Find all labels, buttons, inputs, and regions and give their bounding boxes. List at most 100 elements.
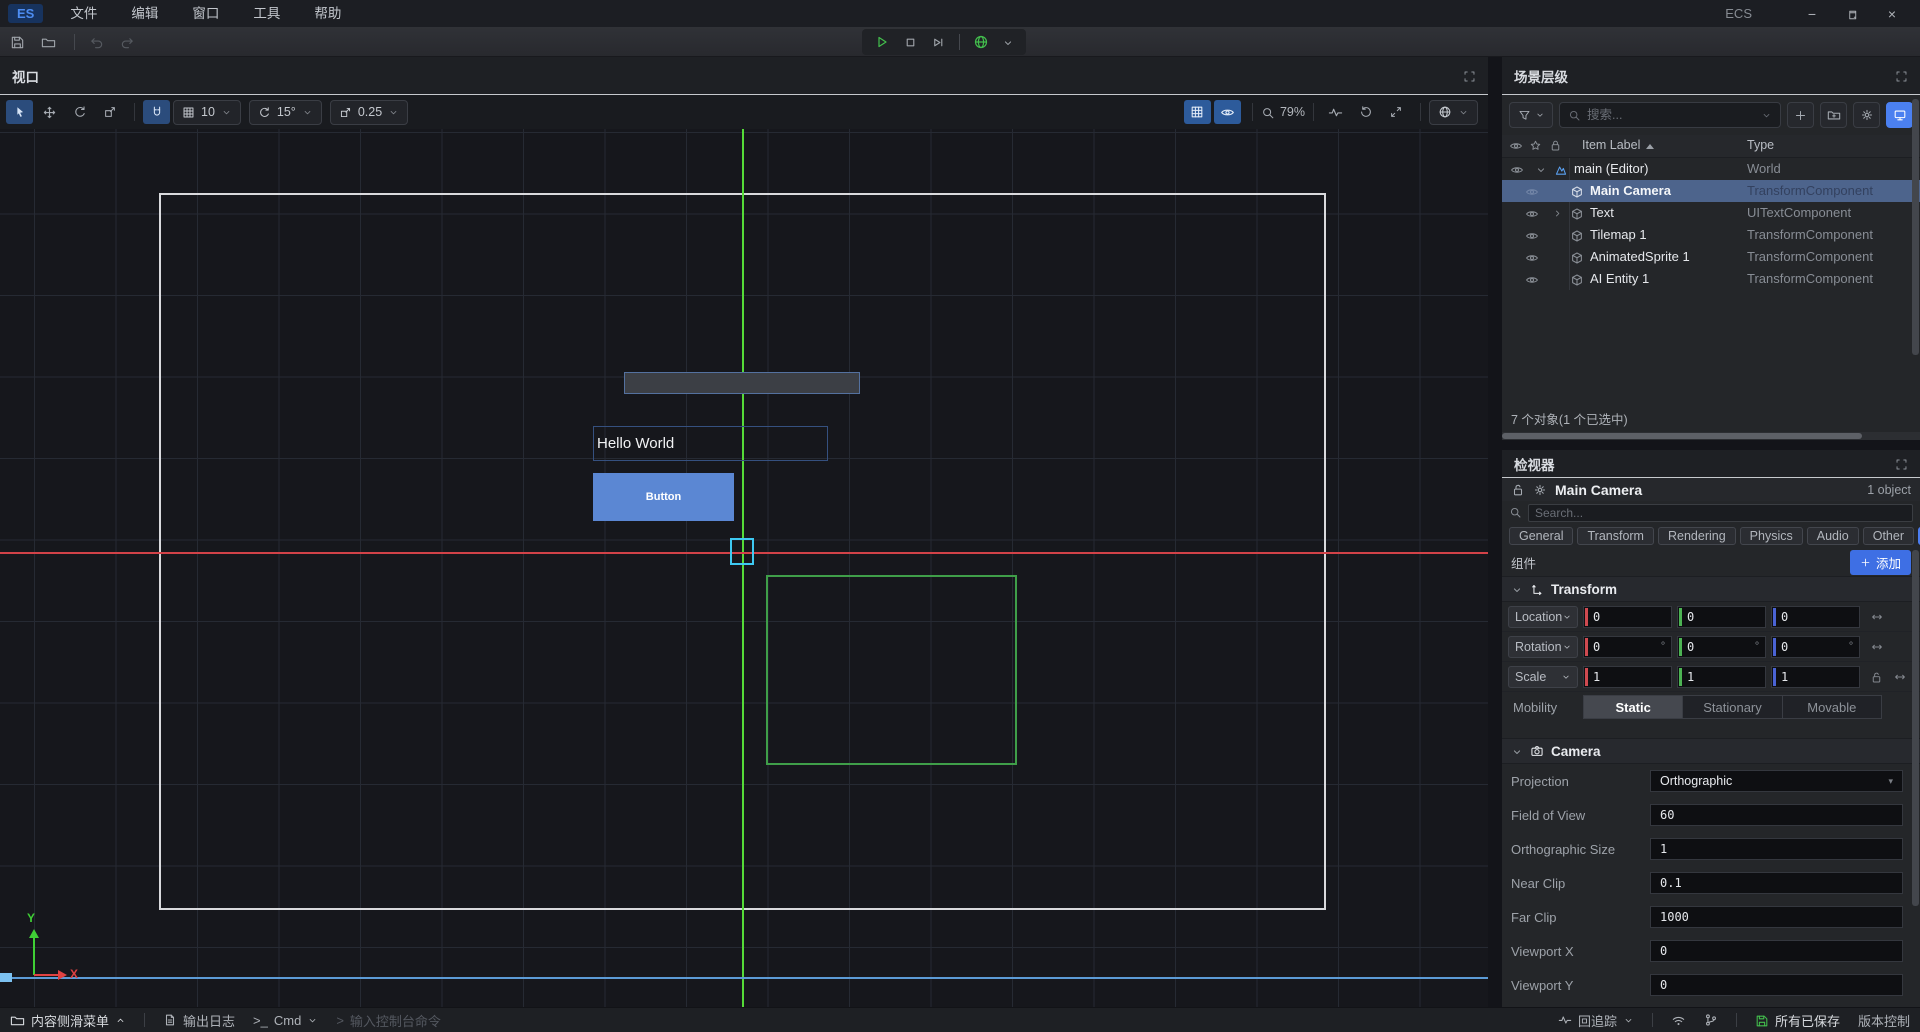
- inspector-expand-icon[interactable]: [1895, 456, 1908, 471]
- hierarchy-row-text[interactable]: Text UITextComponent: [1502, 202, 1920, 224]
- hierarchy-row-tilemap[interactable]: Tilemap 1 TransformComponent: [1502, 224, 1920, 246]
- tab-audio[interactable]: Audio: [1807, 527, 1859, 545]
- scale-dropdown[interactable]: Scale: [1508, 666, 1578, 688]
- camera-section-header[interactable]: Camera: [1502, 738, 1920, 764]
- rotation-dropdown[interactable]: Rotation: [1508, 636, 1578, 658]
- redo-icon[interactable]: [120, 33, 135, 49]
- zoom-level[interactable]: 79%: [1280, 105, 1305, 119]
- scale-tool-button[interactable]: [96, 100, 123, 124]
- zoom-icon[interactable]: [1261, 104, 1275, 120]
- console-command-input[interactable]: > 输入控制台命令: [336, 1011, 441, 1030]
- display-mode-button[interactable]: [1886, 102, 1913, 128]
- selection-gizmo[interactable]: [730, 538, 754, 565]
- gear-icon[interactable]: [1533, 482, 1547, 498]
- cmd-dropdown[interactable]: >_ Cmd: [253, 1013, 318, 1028]
- link-axes-icon[interactable]: [1870, 639, 1884, 655]
- maximize-button[interactable]: [1832, 6, 1872, 22]
- rotation-y-field[interactable]: 0°: [1677, 636, 1766, 658]
- ruler-guide-handle[interactable]: [0, 973, 12, 982]
- column-type[interactable]: Type: [1747, 138, 1774, 152]
- new-folder-button[interactable]: [1820, 102, 1847, 128]
- scale-snap-dropdown[interactable]: 0.25: [330, 100, 408, 125]
- menu-help[interactable]: 帮助: [297, 0, 358, 27]
- eye-icon[interactable]: [1510, 161, 1524, 177]
- hierarchy-settings-button[interactable]: [1853, 102, 1880, 128]
- location-x-field[interactable]: 0: [1583, 606, 1672, 628]
- grid-snap-dropdown[interactable]: 10: [173, 100, 241, 125]
- tab-transform[interactable]: Transform: [1577, 527, 1654, 545]
- column-item-label[interactable]: Item Label: [1582, 138, 1654, 152]
- unlock-icon[interactable]: [1870, 669, 1883, 684]
- rotation-snap-dropdown[interactable]: 15°: [249, 100, 322, 125]
- move-tool-button[interactable]: [36, 100, 63, 124]
- viewport-expand-icon[interactable]: [1463, 68, 1476, 83]
- near-clip-field[interactable]: 0.1: [1650, 872, 1903, 894]
- eye-icon[interactable]: [1525, 271, 1539, 287]
- scale-x-field[interactable]: 1: [1583, 666, 1672, 688]
- viewport-y-field[interactable]: 0: [1650, 974, 1903, 996]
- rotate-tool-button[interactable]: [66, 100, 93, 124]
- chevron-right-icon[interactable]: [1552, 205, 1563, 220]
- row-label[interactable]: main (Editor): [1574, 161, 1648, 176]
- star-column-icon[interactable]: [1529, 138, 1542, 152]
- link-axes-icon[interactable]: [1870, 609, 1884, 625]
- select-tool-button[interactable]: [6, 100, 33, 124]
- undo-icon[interactable]: [89, 33, 104, 49]
- scale-y-field[interactable]: 1: [1677, 666, 1766, 688]
- link-axes-icon[interactable]: [1893, 669, 1907, 685]
- eye-icon[interactable]: [1525, 249, 1539, 265]
- output-log-button[interactable]: 输出日志: [163, 1011, 235, 1030]
- close-button[interactable]: ×: [1872, 6, 1912, 22]
- stop-button[interactable]: [903, 34, 918, 50]
- eye-column-icon[interactable]: [1509, 138, 1523, 153]
- chevron-down-icon[interactable]: [1535, 161, 1547, 176]
- grid-toggle-button[interactable]: [1184, 100, 1211, 124]
- location-dropdown[interactable]: Location: [1508, 606, 1578, 628]
- projection-dropdown[interactable]: Orthographic▾: [1650, 770, 1903, 792]
- eye-icon[interactable]: [1525, 183, 1539, 199]
- fit-view-button[interactable]: [1382, 100, 1409, 124]
- hierarchy-expand-icon[interactable]: [1895, 68, 1908, 83]
- mobility-stationary-option[interactable]: Stationary: [1683, 696, 1782, 718]
- scale-z-field[interactable]: 1: [1771, 666, 1860, 688]
- menu-edit[interactable]: 编辑: [114, 0, 175, 27]
- tab-general[interactable]: General: [1509, 527, 1573, 545]
- open-folder-icon[interactable]: [41, 33, 56, 49]
- mobility-static-option[interactable]: Static: [1584, 696, 1683, 718]
- tab-rendering[interactable]: Rendering: [1658, 527, 1736, 545]
- minimize-button[interactable]: −: [1792, 6, 1832, 22]
- eye-icon[interactable]: [1525, 227, 1539, 243]
- snap-toggle-button[interactable]: [143, 100, 170, 124]
- hierarchy-row-ai-entity[interactable]: AI Entity 1 TransformComponent: [1502, 268, 1920, 290]
- stats-button[interactable]: [1322, 100, 1349, 124]
- tab-physics[interactable]: Physics: [1740, 527, 1803, 545]
- menu-file[interactable]: 文件: [53, 0, 114, 27]
- far-clip-field[interactable]: 1000: [1650, 906, 1903, 928]
- unlock-icon[interactable]: [1511, 482, 1525, 498]
- inspector-vertical-scrollbar[interactable]: [1912, 550, 1919, 906]
- save-icon[interactable]: [10, 33, 25, 49]
- visibility-toggle-button[interactable]: [1214, 100, 1241, 124]
- location-z-field[interactable]: 0: [1771, 606, 1860, 628]
- chevron-down-icon[interactable]: [1002, 35, 1014, 50]
- source-control-branch-icon[interactable]: [1704, 1013, 1718, 1027]
- network-status-icon[interactable]: [1671, 1013, 1686, 1028]
- hierarchy-row-world[interactable]: main (Editor) World: [1502, 158, 1920, 180]
- menu-tools[interactable]: 工具: [236, 0, 297, 27]
- add-component-button[interactable]: 添加: [1850, 550, 1911, 575]
- transform-section-header[interactable]: Transform: [1502, 576, 1920, 602]
- rotation-x-field[interactable]: 0°: [1583, 636, 1672, 658]
- reset-view-button[interactable]: [1352, 100, 1379, 124]
- viewport-x-field[interactable]: 0: [1650, 940, 1903, 962]
- filter-button[interactable]: [1509, 102, 1553, 128]
- save-status[interactable]: 所有已保存: [1755, 1011, 1840, 1030]
- mobility-movable-option[interactable]: Movable: [1783, 696, 1881, 718]
- hierarchy-search[interactable]: [1559, 102, 1781, 128]
- row-label[interactable]: Main Camera: [1590, 183, 1671, 198]
- menu-window[interactable]: 窗口: [175, 0, 236, 27]
- version-control-button[interactable]: 版本控制: [1858, 1011, 1910, 1030]
- scene-canvas[interactable]: Hello World Button Y X: [0, 129, 1488, 1007]
- content-drawer-button[interactable]: 内容侧滑菜单: [10, 1011, 126, 1030]
- step-button[interactable]: [931, 34, 946, 50]
- row-label[interactable]: Tilemap 1: [1590, 227, 1647, 242]
